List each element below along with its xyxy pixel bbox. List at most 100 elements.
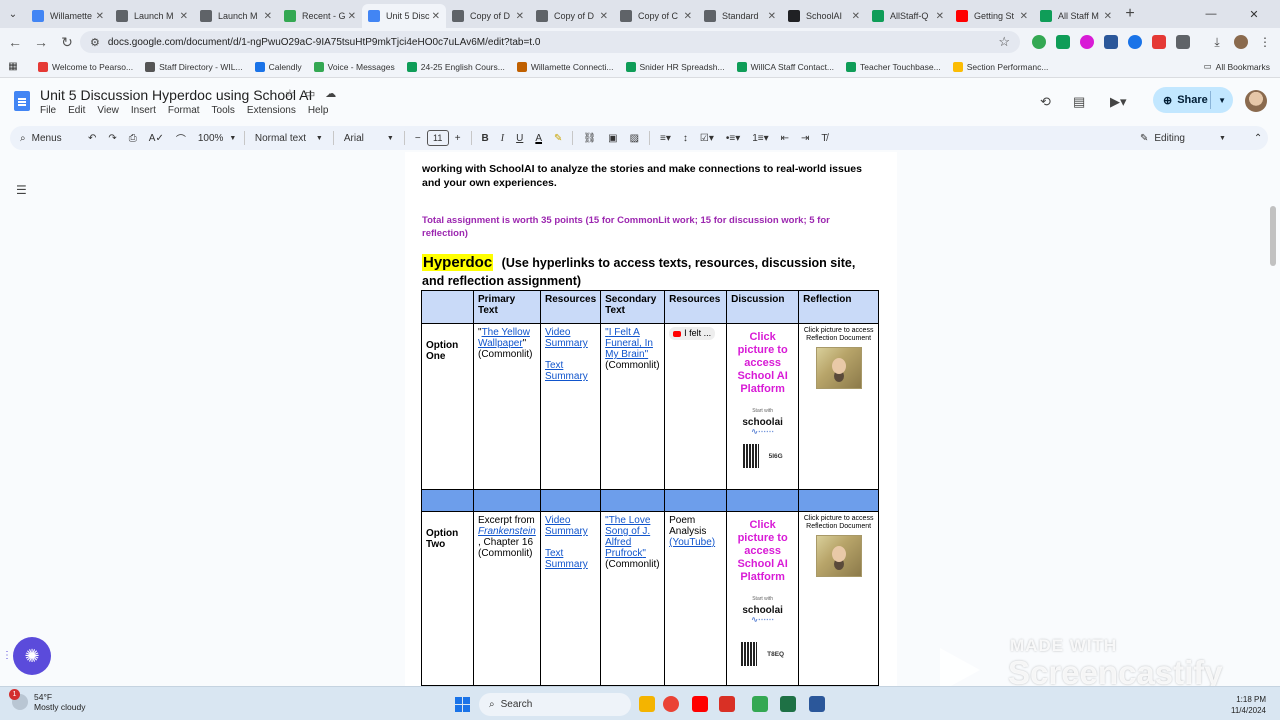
menu-item[interactable]: Edit <box>68 105 85 116</box>
weather-widget[interactable]: 1 54°F Mostly cloudy <box>9 689 86 712</box>
browser-tab[interactable]: AllStaff-Q ✕ <box>866 4 950 28</box>
tab-search-chevron-icon[interactable]: ⌄ <box>0 0 26 28</box>
italic-icon[interactable]: I <box>495 133 510 144</box>
tab-close-icon[interactable]: ✕ <box>96 11 104 22</box>
all-bookmarks-button[interactable]: ▭ All Bookmarks <box>1204 61 1270 72</box>
menus-search[interactable]: ⌕ Menus <box>10 133 82 144</box>
cloud-status-icon[interactable]: ☁ <box>325 87 336 100</box>
numbered-list-icon[interactable]: 1≡▾ <box>746 133 774 144</box>
app-icon[interactable] <box>752 696 768 712</box>
vertical-scrollbar[interactable] <box>1270 206 1276 266</box>
checklist-icon[interactable]: ☑▾ <box>694 133 720 144</box>
clear-formatting-icon[interactable]: T̸ <box>815 133 833 144</box>
browser-tab[interactable]: Copy of C ✕ <box>614 4 698 28</box>
site-info-icon[interactable]: ⚙ <box>90 36 100 49</box>
taskbar-search[interactable]: ⌕ Search <box>479 693 631 716</box>
menu-item[interactable]: Format <box>168 105 200 116</box>
bulleted-list-icon[interactable]: •≡▾ <box>720 133 746 144</box>
share-caret-icon[interactable]: ▼ <box>1218 96 1226 105</box>
redo-icon[interactable]: ↷ <box>102 133 122 144</box>
qr-code-image[interactable]: 5I6G <box>731 444 794 468</box>
browser-tab[interactable]: Copy of D ✕ <box>446 4 530 28</box>
bookmark-item[interactable]: Calendly <box>254 61 302 72</box>
style-select[interactable]: Normal text ▼ <box>249 133 329 144</box>
share-button[interactable]: ⊕ Share ▼ <box>1153 87 1233 113</box>
version-history-icon[interactable]: ⟲ <box>1040 94 1051 110</box>
editing-mode-select[interactable]: ✎ Editing ▼ ⌃ <box>1140 133 1262 144</box>
browser-menu-icon[interactable]: ⋮ <box>1258 35 1272 49</box>
browser-tab[interactable]: Launch M ✕ <box>110 4 194 28</box>
tab-close-icon[interactable]: ✕ <box>264 11 272 22</box>
tab-close-icon[interactable]: ✕ <box>936 11 944 22</box>
bookmark-item[interactable]: Voice - Messages <box>313 61 395 72</box>
reflection-image[interactable] <box>815 347 862 389</box>
highlight-color-icon[interactable]: ✎ <box>548 133 568 144</box>
bold-icon[interactable]: B <box>476 133 495 144</box>
browser-tab[interactable]: Getting St ✕ <box>950 4 1034 28</box>
text-color-icon[interactable]: A <box>529 133 548 144</box>
word-icon[interactable] <box>809 696 825 712</box>
insert-link-icon[interactable]: ⛓ <box>577 133 602 144</box>
minimize-icon[interactable]: — <box>1188 0 1234 28</box>
text-summary-link[interactable]: Text Summary <box>545 548 596 570</box>
tab-close-icon[interactable]: ✕ <box>852 11 860 22</box>
apps-grid-icon[interactable]: ▦ <box>0 61 26 72</box>
tab-close-icon[interactable]: ✕ <box>768 11 776 22</box>
meet-video-icon[interactable]: ▶▾ <box>1110 94 1127 110</box>
browser-tab[interactable]: Willamette ✕ <box>26 4 110 28</box>
document-title[interactable]: Unit 5 Discussion Hyperdoc using School … <box>40 87 312 103</box>
close-window-icon[interactable]: ✕ <box>1234 0 1274 28</box>
extension-word-icon[interactable] <box>1104 35 1118 49</box>
file-explorer-icon[interactable] <box>639 696 655 712</box>
menu-item[interactable]: View <box>97 105 119 116</box>
collapse-menus-icon[interactable]: ⌃ <box>1254 133 1262 144</box>
tab-close-icon[interactable]: ✕ <box>180 11 188 22</box>
bookmark-item[interactable]: Section Performanc... <box>952 61 1048 72</box>
add-comment-icon[interactable]: ▣ <box>602 133 623 144</box>
bookmark-item[interactable]: Welcome to Pearso... <box>38 61 133 72</box>
download-icon[interactable]: ⤓ <box>1210 35 1224 49</box>
browser-tab[interactable]: Standard ✕ <box>698 4 782 28</box>
reflection-image[interactable] <box>815 535 862 577</box>
chrome-icon[interactable] <box>663 696 679 712</box>
browser-tab[interactable]: Unit 5 Disc ✕ <box>362 4 446 28</box>
menu-item[interactable]: Insert <box>131 105 156 116</box>
browser-tab[interactable]: Copy of D ✕ <box>530 4 614 28</box>
bookmark-item[interactable]: Snider HR Spreadsh... <box>625 61 725 72</box>
extension-blue-icon[interactable] <box>1128 35 1142 49</box>
tab-close-icon[interactable]: ✕ <box>684 11 692 22</box>
bookmark-item[interactable]: Staff Directory - WIL... <box>145 61 243 72</box>
schoolai-logo-image[interactable]: Start with schoolai ∿⋯⋯ <box>735 406 791 436</box>
bookmark-item[interactable]: 24-25 English Cours... <box>406 61 505 72</box>
browser-tab[interactable]: Launch M ✕ <box>194 4 278 28</box>
video-summary-link[interactable]: Video Summary <box>545 327 596 349</box>
align-icon[interactable]: ≡▾ <box>654 133 677 144</box>
menu-item[interactable]: Tools <box>212 105 235 116</box>
document-page[interactable]: working with SchoolAI to analyze the sto… <box>405 152 897 686</box>
tab-close-icon[interactable]: ✕ <box>1104 11 1112 22</box>
menu-item[interactable]: Extensions <box>247 105 296 116</box>
underline-icon[interactable]: U <box>510 133 529 144</box>
extension-sheets-icon[interactable] <box>1056 35 1070 49</box>
zoom-select[interactable]: 100% ▼ <box>192 133 240 144</box>
browser-tab[interactable]: All Staff M ✕ <box>1034 4 1118 28</box>
excel-icon[interactable] <box>780 696 796 712</box>
decrease-indent-icon[interactable]: ⇤ <box>775 133 795 144</box>
reload-icon[interactable]: ↻ <box>54 34 80 51</box>
schoolai-logo-image[interactable]: Start with schoolai ∿⋯⋯ <box>735 594 791 624</box>
bookmark-item[interactable]: WillCA Staff Contact... <box>736 61 834 72</box>
extension-fab-button[interactable]: ✺ <box>13 637 51 675</box>
extension-pink-icon[interactable] <box>1080 35 1094 49</box>
tab-close-icon[interactable]: ✕ <box>516 11 524 22</box>
browser-tab[interactable]: Recent - G ✕ <box>278 4 362 28</box>
bookmark-star-icon[interactable]: ☆ <box>998 34 1010 50</box>
video-summary-link[interactable]: Video Summary <box>545 515 596 537</box>
docs-logo-icon[interactable] <box>14 91 30 111</box>
font-select[interactable]: Arial ▼ <box>338 133 400 144</box>
spellcheck-icon[interactable]: A✓ <box>143 133 170 144</box>
qr-code-image[interactable]: T8EQ <box>731 642 794 666</box>
youtube-link[interactable]: (YouTube) <box>669 537 722 548</box>
system-clock[interactable]: 1:18 PM 11/4/2024 <box>1222 694 1266 716</box>
print-icon[interactable]: ⎙ <box>123 133 143 144</box>
undo-icon[interactable]: ↶ <box>82 133 102 144</box>
